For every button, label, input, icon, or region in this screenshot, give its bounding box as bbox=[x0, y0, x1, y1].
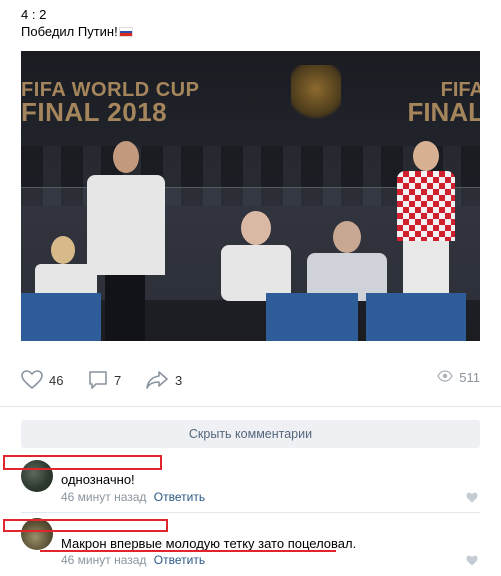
comment-icon bbox=[88, 370, 108, 390]
seat bbox=[366, 293, 466, 341]
comment-like-icon[interactable] bbox=[466, 553, 478, 571]
post-caption: Победил Путин! bbox=[21, 23, 133, 40]
photo-banner-left: FIFA WORLD CUP FINAL 2018 bbox=[21, 79, 200, 127]
divider bbox=[0, 406, 501, 407]
seated-man-figure bbox=[221, 211, 291, 301]
eye-icon bbox=[437, 370, 453, 385]
heart-icon bbox=[21, 370, 43, 390]
seat bbox=[21, 293, 101, 341]
redaction-box bbox=[3, 455, 162, 470]
comment-like-icon[interactable] bbox=[466, 490, 478, 508]
share-count: 3 bbox=[175, 372, 183, 388]
comment-text: однозначно! bbox=[61, 472, 135, 487]
divider bbox=[21, 512, 480, 513]
share-button[interactable]: 3 bbox=[145, 370, 182, 390]
post-text: 4 : 2 Победил Путин! bbox=[21, 6, 133, 40]
redaction-box bbox=[3, 519, 168, 532]
comment-meta: 46 минут назад Ответить bbox=[61, 490, 205, 504]
comment-time[interactable]: 46 минут назад bbox=[61, 553, 146, 567]
comment-button[interactable]: 7 bbox=[88, 370, 121, 390]
share-arrow-icon bbox=[145, 370, 169, 390]
like-count: 46 bbox=[49, 372, 64, 388]
reply-link[interactable]: Ответить bbox=[154, 553, 205, 567]
comment-count: 7 bbox=[114, 372, 122, 388]
comment-text: Макрон впервые молодую тетку зато поцело… bbox=[61, 536, 357, 551]
post-actions: 46 7 3 511 bbox=[21, 370, 480, 396]
photo-banner-right: FIFA FINAL bbox=[407, 79, 480, 127]
like-button[interactable]: 46 bbox=[21, 370, 63, 390]
underline-annotation bbox=[40, 550, 336, 552]
seat bbox=[266, 293, 358, 341]
russia-flag-icon bbox=[118, 27, 133, 37]
reply-link[interactable]: Ответить bbox=[154, 490, 205, 504]
trophy-graphic bbox=[291, 65, 341, 125]
post-score: 4 : 2 bbox=[21, 7, 47, 22]
comment-meta: 46 минут назад Ответить bbox=[61, 553, 205, 567]
hide-comments-button[interactable]: Скрыть комментарии bbox=[21, 420, 480, 448]
views-counter: 511 bbox=[437, 370, 480, 385]
post-photo[interactable]: FIFA WORLD CUP FINAL 2018 FIFA FINAL bbox=[21, 51, 480, 341]
views-count: 511 bbox=[459, 370, 480, 385]
seated-suit-man-figure bbox=[307, 221, 387, 301]
comment-time[interactable]: 46 минут назад bbox=[61, 490, 146, 504]
